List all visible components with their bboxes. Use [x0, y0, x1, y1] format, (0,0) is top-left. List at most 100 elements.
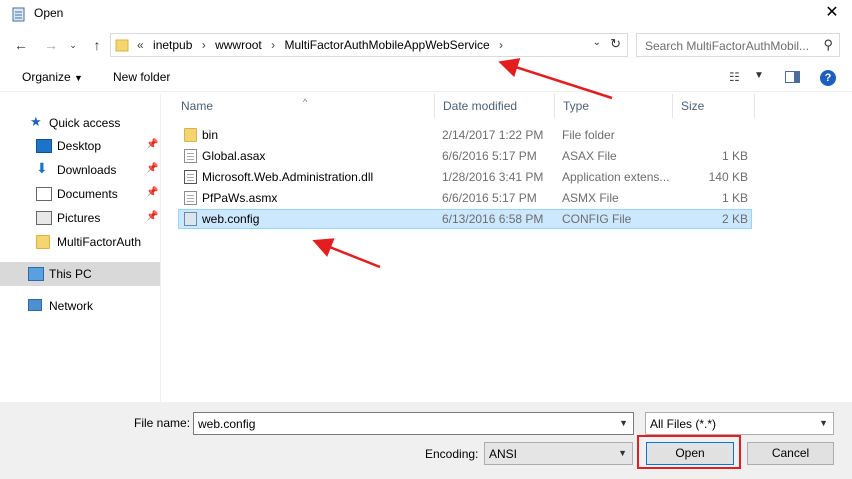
new-folder-button[interactable]: New folder: [113, 70, 170, 84]
breadcrumb-inetpub[interactable]: inetpub: [153, 38, 192, 52]
encoding-label: Encoding:: [425, 447, 479, 461]
sidebar-item-desktop[interactable]: Desktop 📌: [0, 135, 160, 157]
navigation-pane: ★ Quick access Desktop 📌 ⬇ Downloads 📌 D…: [0, 94, 160, 402]
file-size: 1 KB: [721, 191, 748, 205]
file-type: Application extens...: [562, 170, 670, 184]
filename-label: File name:: [134, 416, 191, 430]
search-placeholder[interactable]: Search MultiFactorAuthMobil...: [645, 39, 815, 53]
refresh-icon[interactable]: ↻: [610, 36, 621, 52]
window-title: Open: [34, 6, 64, 20]
download-icon: ⬇: [36, 160, 48, 176]
preview-pane-icon[interactable]: [785, 71, 800, 83]
folder-icon: [115, 39, 129, 52]
filename-input[interactable]: web.config ▼: [193, 412, 634, 435]
network-icon: [28, 299, 42, 311]
chevron-down-icon[interactable]: ▼: [619, 418, 628, 428]
file-list: Name ^ Date modified Type Size bin 2/14/…: [170, 94, 852, 402]
config-file-icon: [184, 212, 197, 226]
pin-icon[interactable]: 📌: [146, 163, 158, 174]
arrow-left-icon[interactable]: ←: [12, 36, 30, 54]
filename-value: web.config: [198, 417, 256, 431]
chevron-down-icon[interactable]: ⌄: [64, 36, 82, 54]
file-name: web.config: [202, 212, 260, 226]
chevron-down-icon: ▼: [618, 448, 627, 458]
file-date: 1/28/2016 3:41 PM: [442, 170, 544, 184]
breadcrumb-separator[interactable]: ›: [202, 38, 206, 52]
folder-icon: [36, 235, 50, 249]
title-bar: Open ✕: [0, 0, 852, 28]
sidebar-item-network[interactable]: Network: [0, 295, 160, 317]
desktop-icon: [36, 139, 52, 153]
file-name: Global.asax: [202, 149, 266, 163]
file-name: Microsoft.Web.Administration.dll: [202, 170, 374, 184]
view-options-icon[interactable]: ☷: [729, 70, 740, 84]
sidebar-item-label: Downloads: [57, 163, 117, 177]
chevron-down-icon: ▼: [74, 73, 83, 83]
pane-divider[interactable]: [160, 94, 161, 402]
organize-button[interactable]: Organize ▼: [22, 70, 83, 84]
search-icon[interactable]: ⚲: [823, 37, 833, 53]
file-date: 2/14/2017 1:22 PM: [442, 128, 544, 142]
encoding-value: ANSI: [489, 447, 518, 461]
breadcrumb-separator[interactable]: ›: [271, 38, 275, 52]
arrow-right-icon[interactable]: →: [42, 36, 60, 54]
file-icon: [184, 149, 197, 163]
star-icon: ★: [30, 114, 42, 129]
file-size: 140 KB: [708, 170, 748, 184]
search-box[interactable]: Search MultiFactorAuthMobil... ⚲: [636, 33, 840, 57]
sidebar-item-quick-access[interactable]: ★ Quick access: [0, 112, 160, 134]
sidebar-item-this-pc[interactable]: This PC: [0, 262, 160, 286]
file-icon: [184, 191, 197, 205]
sidebar-item-documents[interactable]: Documents 📌: [0, 183, 160, 205]
organize-label: Organize: [22, 70, 71, 84]
file-type: CONFIG File: [562, 212, 632, 226]
file-row[interactable]: Microsoft.Web.Administration.dll 1/28/20…: [178, 167, 752, 187]
breadcrumb-separator[interactable]: ›: [499, 38, 503, 52]
cancel-button[interactable]: Cancel: [747, 442, 834, 465]
sidebar-item-multifactorauth[interactable]: MultiFactorAuth: [0, 231, 160, 253]
documents-icon: [36, 187, 52, 201]
close-icon[interactable]: ✕: [820, 2, 844, 24]
column-header-type[interactable]: Type: [555, 94, 673, 118]
file-name: PfPaWs.asmx: [202, 191, 278, 205]
breadcrumb-webservice[interactable]: MultiFactorAuthMobileAppWebService: [284, 38, 489, 52]
column-header-size[interactable]: Size: [673, 94, 755, 118]
command-bar: Organize ▼ New folder ☷ ▼ ?: [0, 62, 852, 92]
notepad-icon: [12, 7, 25, 22]
file-row-selected[interactable]: web.config 6/13/2016 6:58 PM CONFIG File…: [178, 209, 752, 229]
annotation-highlight-box: [637, 435, 741, 469]
column-header-name[interactable]: Name ^: [173, 94, 435, 118]
address-bar[interactable]: « inetpub › wwwroot › MultiFactorAuthMob…: [110, 33, 628, 57]
file-type-filter[interactable]: All Files (*.*) ▼: [645, 412, 834, 435]
computer-icon: [28, 267, 44, 281]
column-header-date[interactable]: Date modified: [435, 94, 555, 118]
help-icon[interactable]: ?: [820, 70, 836, 86]
navigation-bar: ← → ⌄ ↑ « inetpub › wwwroot › MultiFacto…: [0, 30, 852, 60]
file-row[interactable]: PfPaWs.asmx 6/6/2016 5:17 PM ASMX File 1…: [178, 188, 752, 208]
sidebar-item-label: Network: [49, 299, 94, 313]
file-row[interactable]: Global.asax 6/6/2016 5:17 PM ASAX File 1…: [178, 146, 752, 166]
sidebar-item-pictures[interactable]: Pictures 📌: [0, 207, 160, 229]
file-date: 6/6/2016 5:17 PM: [442, 191, 537, 205]
sidebar-item-label: Desktop: [57, 139, 102, 153]
file-row[interactable]: bin 2/14/2017 1:22 PM File folder: [178, 125, 752, 145]
arrow-up-icon[interactable]: ↑: [88, 36, 106, 54]
encoding-select[interactable]: ANSI ▼: [484, 442, 633, 465]
folder-icon: [184, 128, 197, 142]
breadcrumb-overflow[interactable]: «: [137, 38, 144, 52]
sidebar-item-label: Documents: [57, 187, 118, 201]
sort-ascending-icon: ^: [303, 97, 308, 107]
file-type: File folder: [562, 128, 615, 142]
sidebar-item-downloads[interactable]: ⬇ Downloads 📌: [0, 159, 160, 181]
file-name: bin: [202, 128, 219, 142]
file-type: ASAX File: [562, 149, 617, 163]
view-dropdown-icon[interactable]: ▼: [754, 70, 764, 81]
address-history-dropdown[interactable]: ⌄: [593, 37, 601, 48]
column-header-label: Name: [181, 99, 214, 113]
pin-icon[interactable]: 📌: [146, 211, 158, 222]
pin-icon[interactable]: 📌: [146, 139, 158, 150]
pin-icon[interactable]: 📌: [146, 187, 158, 198]
breadcrumb-wwwroot[interactable]: wwwroot: [215, 38, 262, 52]
file-date: 6/6/2016 5:17 PM: [442, 149, 537, 163]
file-size: 2 KB: [721, 212, 748, 226]
